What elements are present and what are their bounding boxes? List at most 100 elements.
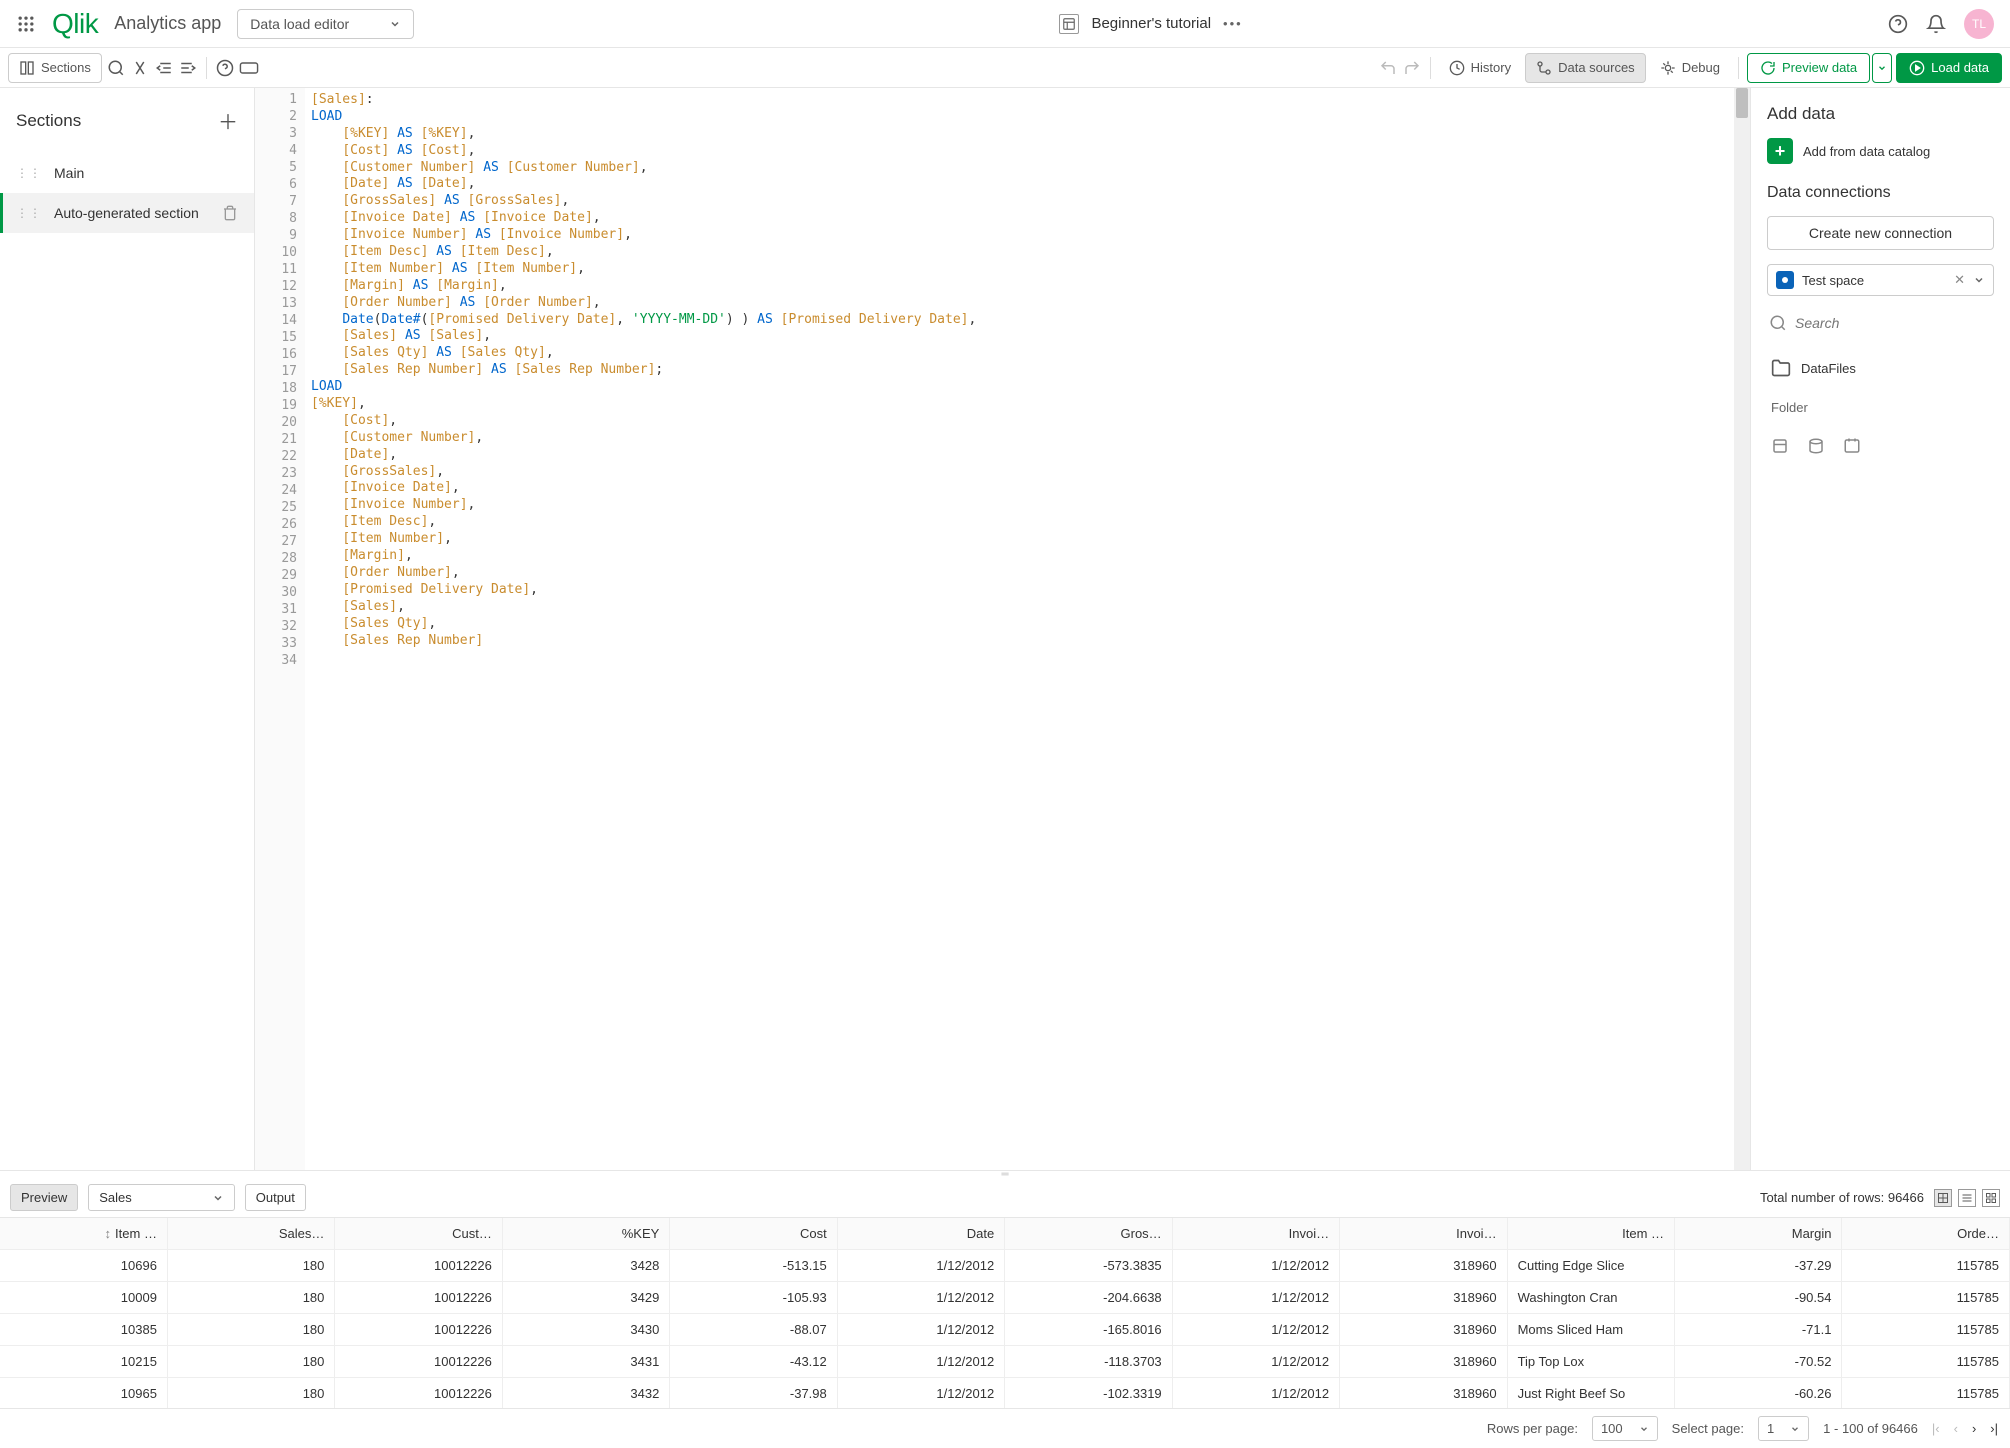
undo-icon[interactable] bbox=[1378, 58, 1398, 78]
toolbar: Sections History bbox=[0, 48, 2010, 88]
add-section-icon[interactable]: ＋ bbox=[218, 106, 238, 135]
bell-icon[interactable] bbox=[1926, 14, 1946, 34]
redo-icon[interactable] bbox=[1402, 58, 1422, 78]
topbar: Qlik Analytics app Data load editor Begi… bbox=[0, 0, 2010, 48]
browse-icon[interactable] bbox=[1843, 437, 1861, 455]
comment-toggle-icon[interactable] bbox=[130, 58, 150, 78]
tag-icon[interactable] bbox=[239, 58, 259, 78]
mode-dropdown-label: Data load editor bbox=[250, 16, 349, 32]
next-page-icon[interactable]: › bbox=[1972, 1421, 1976, 1436]
page-range-label: 1 - 100 of 96466 bbox=[1823, 1421, 1918, 1436]
line-gutter: 1234567891011121314151617181920212223242… bbox=[255, 88, 305, 1170]
column-header[interactable]: Sales… bbox=[167, 1218, 334, 1250]
preview-tab[interactable]: Preview bbox=[10, 1184, 78, 1211]
right-panel: Add data + Add from data catalog Data co… bbox=[1750, 88, 2010, 1170]
insert-icon[interactable] bbox=[1771, 437, 1789, 455]
search-icon bbox=[1769, 314, 1787, 332]
column-header[interactable]: Invoi… bbox=[1172, 1218, 1339, 1250]
select-page-label: Select page: bbox=[1672, 1421, 1744, 1436]
section-item[interactable]: ⋮⋮ Auto-generated section bbox=[0, 193, 254, 233]
chevron-down-icon bbox=[389, 18, 401, 30]
rows-per-page-select[interactable]: 100 bbox=[1592, 1416, 1658, 1441]
add-catalog-label: Add from data catalog bbox=[1803, 144, 1930, 159]
column-header[interactable]: Margin bbox=[1675, 1218, 1842, 1250]
column-header[interactable]: Date bbox=[837, 1218, 1004, 1250]
delete-section-icon[interactable] bbox=[222, 205, 238, 221]
last-page-icon[interactable]: ›| bbox=[1990, 1421, 1998, 1436]
connection-search-input[interactable] bbox=[1795, 315, 1992, 331]
section-label: Main bbox=[54, 165, 238, 181]
editor-scrollbar[interactable] bbox=[1734, 88, 1750, 1170]
add-from-catalog-button[interactable]: + Add from data catalog bbox=[1767, 138, 1994, 164]
column-header[interactable]: Item … bbox=[1507, 1218, 1674, 1250]
drag-handle-icon[interactable]: ⋮⋮ bbox=[16, 166, 42, 180]
help-toolbar-icon[interactable] bbox=[215, 58, 235, 78]
create-connection-button[interactable]: Create new connection bbox=[1767, 216, 1994, 250]
indent-icon[interactable] bbox=[178, 58, 198, 78]
data-sources-label: Data sources bbox=[1558, 60, 1635, 75]
folder-icon bbox=[1771, 358, 1791, 378]
debug-button[interactable]: Debug bbox=[1650, 54, 1730, 82]
column-header[interactable]: %KEY bbox=[502, 1218, 669, 1250]
horizontal-splitter[interactable]: ═ bbox=[0, 1170, 2010, 1178]
search-icon[interactable] bbox=[106, 58, 126, 78]
separator bbox=[206, 57, 207, 79]
code-content[interactable]: [Sales]:LOAD [%KEY] AS [%KEY], [Cost] AS… bbox=[305, 88, 1734, 1170]
table-row[interactable]: 10965180100122263432-37.981/12/2012-102.… bbox=[0, 1378, 2010, 1409]
section-item[interactable]: ⋮⋮ Main bbox=[0, 153, 254, 193]
column-header[interactable]: ↕Item … bbox=[0, 1218, 167, 1250]
sections-button[interactable]: Sections bbox=[8, 53, 102, 83]
outdent-icon[interactable] bbox=[154, 58, 174, 78]
view-table-icon[interactable] bbox=[1934, 1189, 1952, 1207]
preview-select-label: Sales bbox=[99, 1190, 132, 1205]
space-selector[interactable]: Test space ✕ bbox=[1767, 264, 1994, 296]
view-list-icon[interactable] bbox=[1958, 1189, 1976, 1207]
app-launcher-icon[interactable] bbox=[16, 14, 36, 34]
history-button-label: History bbox=[1471, 60, 1511, 75]
plus-icon: + bbox=[1767, 138, 1793, 164]
qlik-logo: Qlik bbox=[52, 8, 98, 40]
table-row[interactable]: 10215180100122263431-43.121/12/2012-118.… bbox=[0, 1346, 2010, 1378]
prev-page-icon[interactable]: ‹ bbox=[1954, 1421, 1958, 1436]
column-header[interactable]: Cost bbox=[670, 1218, 837, 1250]
datafiles-label: DataFiles bbox=[1801, 361, 1856, 376]
debug-label: Debug bbox=[1682, 60, 1720, 75]
datafiles-item[interactable]: DataFiles bbox=[1767, 350, 1994, 386]
more-menu-icon[interactable]: ••• bbox=[1223, 16, 1243, 31]
load-data-button[interactable]: Load data bbox=[1896, 53, 2002, 83]
add-data-title: Add data bbox=[1767, 104, 1994, 124]
output-tab[interactable]: Output bbox=[245, 1184, 306, 1211]
avatar[interactable]: TL bbox=[1964, 9, 1994, 39]
first-page-icon[interactable]: |‹ bbox=[1932, 1421, 1940, 1436]
page-select[interactable]: 1 bbox=[1758, 1416, 1809, 1441]
mode-dropdown[interactable]: Data load editor bbox=[237, 9, 414, 39]
history-button[interactable]: History bbox=[1439, 54, 1521, 82]
table-row[interactable]: 10385180100122263430-88.071/12/2012-165.… bbox=[0, 1314, 2010, 1346]
clear-space-icon[interactable]: ✕ bbox=[1954, 272, 1965, 288]
preview-data-label: Preview data bbox=[1782, 60, 1857, 75]
table-row[interactable]: 10009180100122263429-105.931/12/2012-204… bbox=[0, 1282, 2010, 1314]
sections-title: Sections bbox=[16, 111, 81, 131]
drag-handle-icon[interactable]: ⋮⋮ bbox=[16, 206, 42, 220]
app-name: Analytics app bbox=[114, 13, 221, 34]
data-sources-button[interactable]: Data sources bbox=[1525, 53, 1646, 83]
view-grid-icon[interactable] bbox=[1982, 1189, 2000, 1207]
select-icon[interactable] bbox=[1807, 437, 1825, 455]
column-header[interactable]: Invoi… bbox=[1340, 1218, 1507, 1250]
column-header[interactable]: Cust… bbox=[335, 1218, 502, 1250]
preview-table-select[interactable]: Sales bbox=[88, 1184, 235, 1211]
data-connections-title: Data connections bbox=[1767, 184, 1994, 202]
preview-data-caret[interactable] bbox=[1872, 53, 1892, 83]
sections-button-label: Sections bbox=[41, 60, 91, 75]
separator bbox=[1430, 57, 1431, 79]
space-icon bbox=[1776, 271, 1794, 289]
pager: Rows per page: 100 Select page: 1 1 - 10… bbox=[0, 1408, 2010, 1448]
help-icon[interactable] bbox=[1888, 14, 1908, 34]
code-editor[interactable]: 1234567891011121314151617181920212223242… bbox=[255, 88, 1750, 1170]
section-label: Auto-generated section bbox=[54, 205, 210, 221]
preview-data-button[interactable]: Preview data bbox=[1747, 53, 1870, 83]
table-row[interactable]: 10696180100122263428-513.151/12/2012-573… bbox=[0, 1250, 2010, 1282]
column-header[interactable]: Orde… bbox=[1842, 1218, 2010, 1250]
column-header[interactable]: Gros… bbox=[1005, 1218, 1172, 1250]
preview-table[interactable]: ↕Item …Sales…Cust…%KEYCostDateGros…Invoi… bbox=[0, 1218, 2010, 1408]
